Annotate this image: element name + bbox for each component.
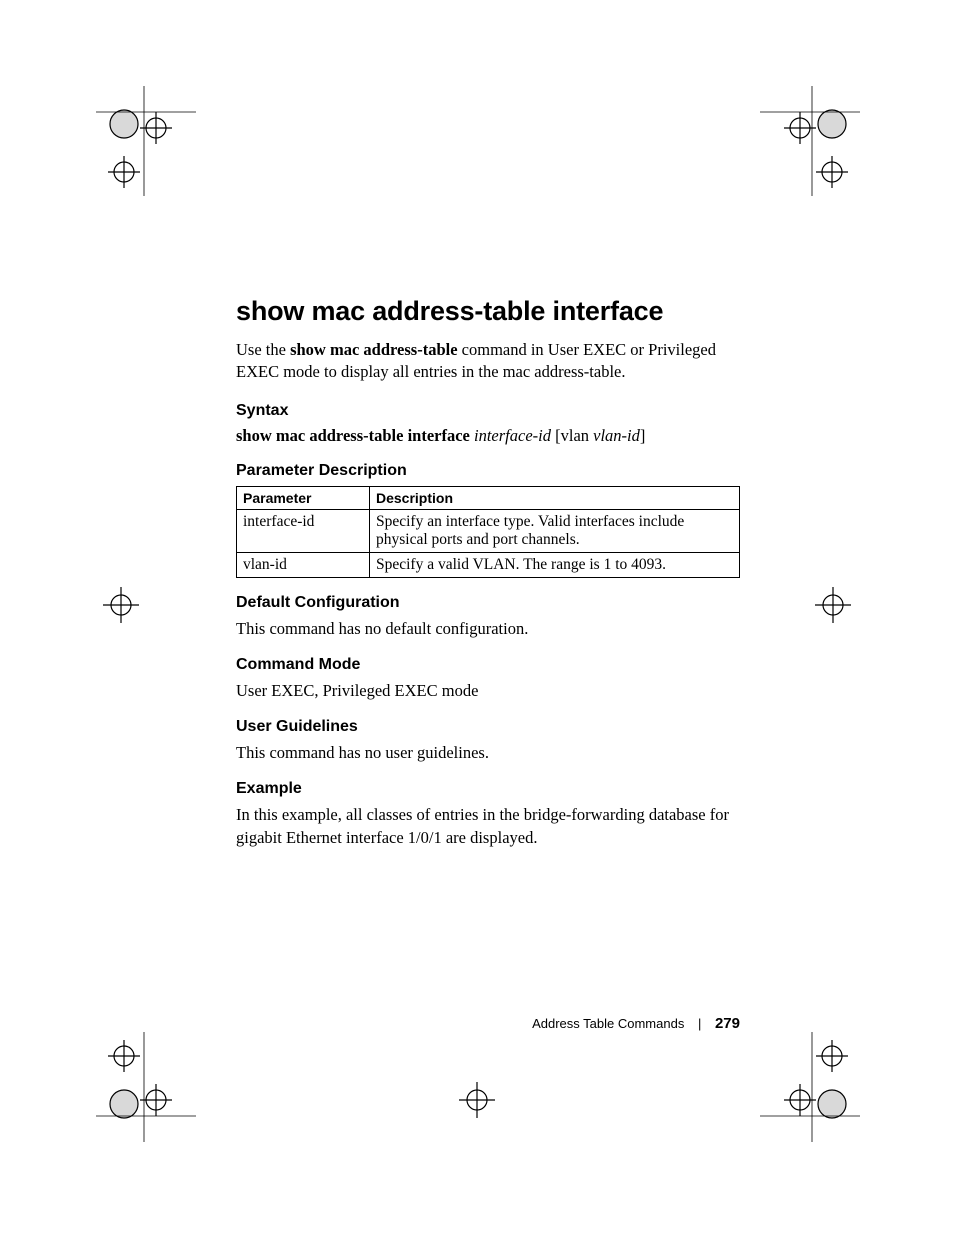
syntax-arg1: interface-id (474, 426, 551, 445)
col-description: Description (370, 486, 740, 509)
default-body: This command has no default configuratio… (236, 618, 740, 640)
syntax-close: ] (640, 426, 646, 445)
footer-page-number: 279 (715, 1015, 740, 1032)
page-footer: Address Table Commands | 279 (236, 1015, 740, 1032)
param-table: Parameter Description interface-id Speci… (236, 486, 740, 578)
mode-body: User EXEC, Privileged EXEC mode (236, 680, 740, 702)
cell-desc: Specify an interface type. Valid interfa… (370, 509, 740, 552)
syntax-heading: Syntax (236, 402, 740, 420)
page-title: show mac address-table interface (236, 296, 740, 327)
intro-paragraph: Use the show mac address-table command i… (236, 339, 740, 384)
footer-section: Address Table Commands (532, 1016, 684, 1031)
registration-mark-icon (96, 1032, 196, 1142)
guidelines-heading: User Guidelines (236, 718, 740, 736)
example-heading: Example (236, 780, 740, 798)
col-parameter: Parameter (237, 486, 370, 509)
cell-param: interface-id (237, 509, 370, 552)
syntax-line: show mac address-table interface interfa… (236, 426, 740, 446)
registration-mark-icon (96, 580, 146, 630)
table-row: vlan-id Specify a valid VLAN. The range … (237, 552, 740, 577)
example-body: In this example, all classes of entries … (236, 804, 740, 849)
registration-mark-icon (96, 86, 196, 196)
footer-separator: | (698, 1016, 701, 1031)
syntax-vlan: [vlan (551, 426, 593, 445)
registration-mark-icon (760, 86, 860, 196)
cell-desc: Specify a valid VLAN. The range is 1 to … (370, 552, 740, 577)
registration-mark-icon (808, 580, 858, 630)
default-heading: Default Configuration (236, 594, 740, 612)
syntax-arg2: vlan-id (593, 426, 640, 445)
mode-heading: Command Mode (236, 656, 740, 674)
table-row: interface-id Specify an interface type. … (237, 509, 740, 552)
page-content: show mac address-table interface Use the… (236, 296, 740, 857)
intro-bold: show mac address-table (290, 340, 457, 359)
guidelines-body: This command has no user guidelines. (236, 742, 740, 764)
table-header-row: Parameter Description (237, 486, 740, 509)
registration-mark-icon (760, 1032, 860, 1142)
intro-pre: Use the (236, 340, 290, 359)
param-heading: Parameter Description (236, 462, 740, 480)
cell-param: vlan-id (237, 552, 370, 577)
registration-mark-icon (452, 1075, 502, 1125)
syntax-cmd: show mac address-table interface (236, 426, 474, 445)
